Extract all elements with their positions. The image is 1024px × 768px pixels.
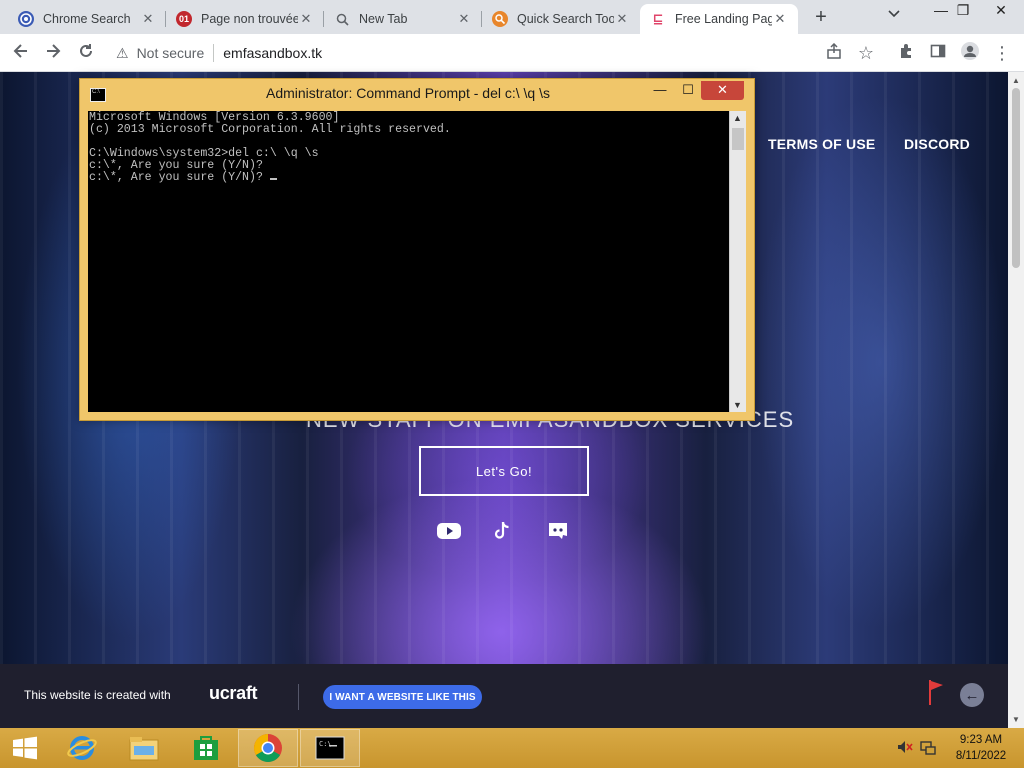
footer-divider	[298, 684, 299, 710]
scroll-up-icon[interactable]: ▲	[1012, 76, 1020, 85]
ucraft-logo[interactable]: ucraft	[209, 683, 258, 704]
console-line: (c) 2013 Microsoft Corporation. All righ…	[89, 123, 451, 136]
cmd-scroll-down-icon[interactable]: ▼	[733, 400, 742, 410]
cmd-maximize-icon[interactable]: ☐	[678, 81, 698, 100]
store-icon[interactable]	[176, 729, 236, 767]
restore-window-icon[interactable]: ❐	[946, 0, 980, 22]
volume-muted-icon[interactable]	[897, 740, 913, 757]
menu-kebab-icon[interactable]: ⋮	[990, 41, 1014, 65]
tab-page-non-trouvee[interactable]: 01 Page non trouvée ✕	[166, 4, 324, 34]
scroll-down-icon[interactable]: ▼	[1012, 715, 1020, 724]
tab-quick-search-tool[interactable]: Quick Search Tool ✕	[482, 4, 640, 34]
scroll-thumb[interactable]	[1012, 88, 1020, 268]
nav-terms-of-use[interactable]: TERMS OF USE	[768, 136, 875, 152]
network-icon[interactable]	[920, 740, 936, 759]
file-explorer-icon[interactable]	[114, 729, 174, 767]
extensions-icon[interactable]	[894, 41, 918, 65]
lets-go-button[interactable]: Let's Go!	[419, 446, 589, 496]
cmd-scroll-thumb[interactable]	[732, 128, 744, 150]
address-bar[interactable]: ⚠ Not secure emfasandbox.tk	[108, 38, 888, 68]
close-tab-icon[interactable]: ✕	[456, 11, 472, 27]
youtube-icon[interactable]	[436, 518, 462, 544]
reload-icon[interactable]	[74, 41, 98, 65]
search-icon	[334, 11, 350, 27]
new-tab-button[interactable]: +	[808, 5, 834, 31]
bookmark-star-icon[interactable]: ☆	[854, 41, 878, 65]
cmd-scroll-up-icon[interactable]: ▲	[733, 113, 742, 123]
warning-icon[interactable]: ⚠	[116, 45, 129, 62]
cmd-minimize-icon[interactable]: —	[650, 81, 670, 100]
browser-toolbar: ⚠ Not secure emfasandbox.tk ☆ ⋮	[0, 34, 1024, 72]
start-button[interactable]	[0, 729, 50, 767]
tab-title: Page non trouvée	[201, 12, 298, 26]
page-scrollbar[interactable]: ▲ ▼	[1008, 72, 1024, 728]
forward-icon[interactable]	[41, 41, 65, 65]
clock-time: 9:23 AM	[959, 734, 1003, 746]
nav-discord[interactable]: DISCORD	[904, 136, 970, 152]
close-window-icon[interactable]: ✕	[978, 0, 1024, 22]
tab-title: Quick Search Tool	[517, 12, 614, 26]
share-icon[interactable]	[822, 41, 846, 65]
console-line: c:\*, Are you sure (Y/N)?	[89, 171, 270, 184]
windows-logo-icon	[13, 736, 37, 760]
tiktok-icon[interactable]	[490, 518, 516, 544]
tab-new-tab[interactable]: New Tab ✕	[324, 4, 482, 34]
discord-icon[interactable]	[545, 518, 571, 544]
ucraft-footer: This website is created with ucraft I WA…	[0, 664, 1008, 728]
close-tab-icon[interactable]: ✕	[614, 11, 630, 27]
cmd-scrollbar[interactable]: ▲ ▼	[729, 111, 746, 412]
tab-chrome-search[interactable]: Chrome Search ✕	[8, 4, 166, 34]
chrome-icon[interactable]	[238, 729, 298, 767]
tab-title: New Tab	[359, 12, 408, 26]
url-text[interactable]: emfasandbox.tk	[223, 45, 322, 61]
cmd-icon[interactable]: C:\	[300, 729, 360, 767]
close-tab-icon[interactable]: ✕	[140, 11, 156, 27]
tab-free-landing-page[interactable]: ⊑ Free Landing Pag ✕	[640, 4, 798, 34]
address-divider	[213, 44, 215, 62]
report-flag-icon[interactable]	[928, 678, 944, 706]
browser-tab-strip: Chrome Search ✕ 01 Page non trouvée ✕ Ne…	[0, 0, 1024, 34]
collapse-arrow-icon[interactable]: ←	[960, 683, 984, 707]
chrome-search-icon	[18, 11, 34, 27]
tab-title: Free Landing Pag	[675, 12, 772, 26]
windows-taskbar: C:\ 9:23 AM 8/11/2022	[0, 728, 1024, 768]
close-tab-icon[interactable]: ✕	[772, 11, 788, 27]
ie-icon[interactable]	[52, 729, 112, 767]
clock-date: 8/11/2022	[955, 750, 1007, 762]
cmd-console-output[interactable]: Microsoft Windows [Version 6.3.9600] (c)…	[88, 111, 729, 412]
opera-icon: 01	[176, 11, 192, 27]
system-clock[interactable]: 9:23 AM 8/11/2022	[946, 732, 1016, 764]
security-label: Not secure	[136, 45, 205, 61]
ucraft-icon: ⊑	[652, 11, 664, 26]
created-with-text: This website is created with	[24, 688, 171, 702]
text-cursor	[269, 178, 277, 180]
command-prompt-window[interactable]: C:\ Administrator: Command Prompt - del …	[79, 78, 755, 421]
back-icon[interactable]	[9, 41, 33, 65]
profile-avatar-icon[interactable]	[958, 41, 982, 65]
cmd-close-icon[interactable]: ✕	[701, 81, 744, 100]
svg-text:C:\: C:\	[319, 740, 332, 748]
close-tab-icon[interactable]: ✕	[298, 11, 314, 27]
want-website-button[interactable]: I WANT A WEBSITE LIKE THIS	[323, 685, 482, 709]
side-panel-icon[interactable]	[926, 41, 950, 65]
tab-title: Chrome Search	[43, 12, 131, 26]
quick-search-icon	[492, 11, 508, 27]
tab-search-chevron-icon[interactable]	[888, 7, 900, 21]
